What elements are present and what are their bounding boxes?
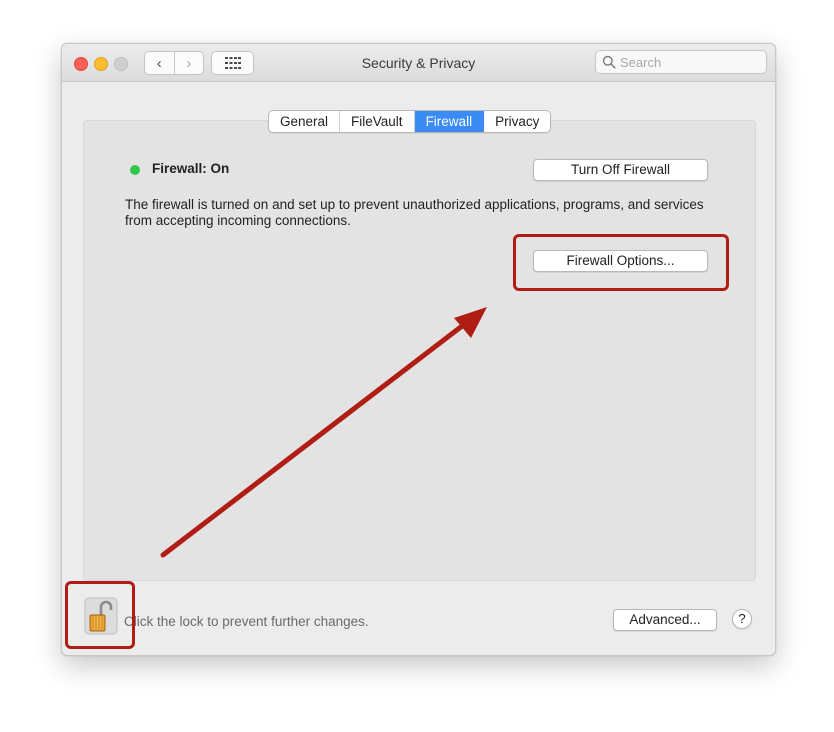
annotation-arrow-icon [160, 307, 487, 558]
